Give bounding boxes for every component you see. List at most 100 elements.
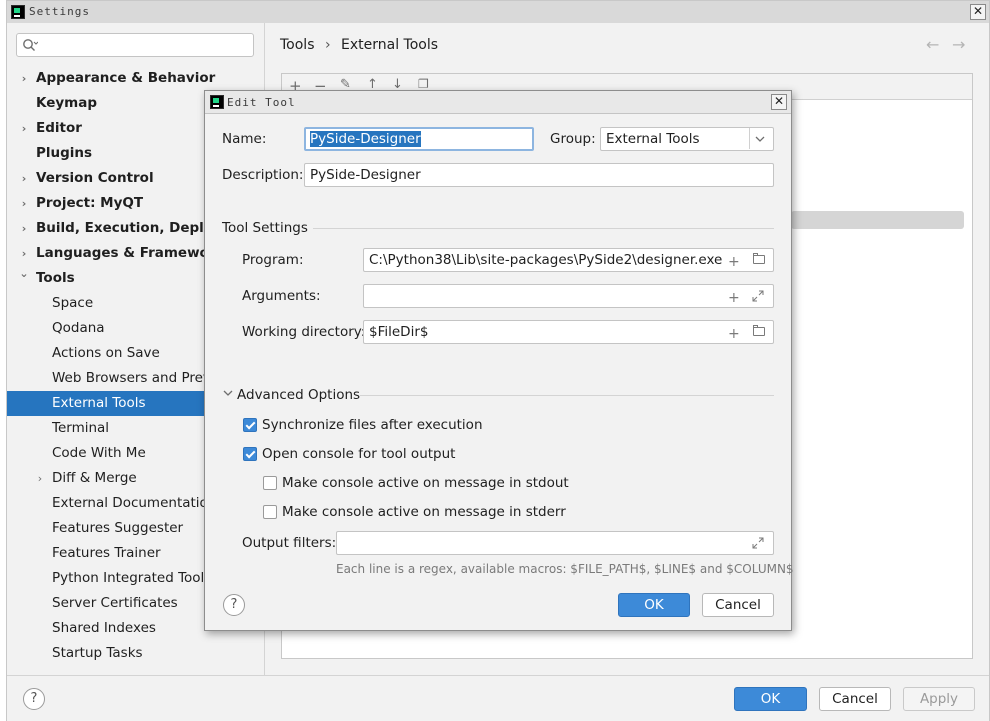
sidebar-item[interactable]: › Appearance & Behavior [7, 66, 264, 91]
group-value: External Tools [606, 131, 700, 147]
dialog-close-icon[interactable]: ✕ [771, 94, 787, 110]
sidebar-item-label: Plugins [36, 145, 93, 161]
sync-files-checkbox[interactable] [243, 418, 257, 432]
forward-arrow-icon[interactable]: → [952, 35, 965, 54]
sidebar-item-label: External Tools [52, 395, 146, 411]
name-label: Name: [222, 131, 267, 147]
settings-apply-button[interactable]: Apply [903, 687, 975, 711]
group-select[interactable]: External Tools [600, 127, 774, 151]
dialog-title: Edit Tool [227, 96, 296, 109]
sidebar-item-label: Project: MyQT [36, 195, 144, 211]
output-filters-input[interactable] [336, 531, 774, 555]
sidebar-item-label: Features Trainer [52, 545, 161, 561]
back-arrow-icon[interactable]: ← [926, 35, 939, 54]
chevron-right-icon[interactable]: › [35, 466, 45, 491]
working-dir-input[interactable]: $FileDir$ + [363, 320, 774, 344]
advanced-options-header[interactable]: Advanced Options [237, 387, 360, 403]
dialog-help-button[interactable]: ? [223, 594, 245, 616]
description-input[interactable]: PySide-Designer [304, 163, 774, 187]
sidebar-item-label: Features Suggester [52, 520, 184, 536]
sidebar-item-label: External Documentation [52, 495, 217, 511]
pycharm-logo-icon [210, 95, 224, 109]
breadcrumb: Tools › External Tools [280, 37, 438, 53]
settings-ok-button[interactable]: OK [734, 687, 807, 711]
insert-macro-icon[interactable]: + [728, 251, 740, 271]
sidebar-item-label: Version Control [36, 170, 154, 186]
sidebar-item-label: Space [52, 295, 94, 311]
dialog-titlebar[interactable]: Edit Tool ✕ [205, 91, 791, 114]
sidebar-item-label: Qodana [52, 320, 105, 336]
chevron-right-icon[interactable]: › [19, 66, 29, 91]
search-icon [23, 39, 38, 51]
expand-icon[interactable] [752, 290, 764, 302]
chevron-right-icon[interactable]: › [19, 241, 29, 266]
settings-cancel-button[interactable]: Cancel [819, 687, 891, 711]
arguments-label: Arguments: [242, 288, 321, 304]
settings-button-bar: ? OK Cancel Apply [7, 675, 989, 721]
edit-tool-dialog: Edit Tool ✕ Name: PySide-Designer Group:… [204, 90, 794, 631]
sidebar-item-label: Python Integrated Tools [52, 570, 212, 586]
console-stdout-checkbox[interactable] [263, 476, 277, 490]
working-dir-value: $FileDir$ [369, 324, 429, 340]
dialog-ok-button[interactable]: OK [618, 593, 690, 617]
sidebar-item-label: Server Certificates [52, 595, 178, 611]
browse-folder-icon[interactable] [753, 253, 765, 264]
console-stderr-checkbox[interactable] [263, 505, 277, 519]
sidebar-item[interactable]: Startup Tasks [7, 641, 264, 666]
tool-settings-header: Tool Settings [222, 220, 308, 236]
insert-macro-icon[interactable]: + [728, 287, 740, 307]
settings-help-button[interactable]: ? [23, 688, 45, 710]
name-value: PySide-Designer [310, 131, 421, 147]
sidebar-item-label: Editor [36, 120, 82, 136]
breadcrumb-separator: › [324, 37, 331, 53]
selected-tool-row[interactable] [791, 211, 964, 229]
console-stderr-label[interactable]: Make console active on message in stderr [282, 504, 566, 520]
program-value: C:\Python38\Lib\site-packages\PySide2\de… [369, 252, 723, 268]
sidebar-item-label: Diff & Merge [52, 470, 137, 486]
tool-settings-separator [313, 228, 774, 229]
advanced-chevron-down-icon[interactable] [223, 390, 233, 397]
copy-icon[interactable]: ❐ [418, 77, 429, 91]
chevron-right-icon[interactable]: › [19, 191, 29, 216]
dialog-cancel-button[interactable]: Cancel [702, 593, 774, 617]
settings-titlebar: Settings ✕ [7, 1, 989, 24]
output-filters-label: Output filters: [242, 535, 337, 551]
breadcrumb-parent[interactable]: Tools [280, 37, 315, 53]
sidebar-item-label: Keymap [36, 95, 98, 111]
sidebar-item-label: Tools [36, 270, 75, 286]
advanced-separator [360, 395, 774, 396]
arguments-input[interactable]: + [363, 284, 774, 308]
description-value: PySide-Designer [310, 167, 421, 183]
sidebar-item-label: Startup Tasks [52, 645, 143, 661]
group-label: Group: [550, 131, 596, 147]
chevron-down-icon [755, 136, 765, 142]
description-label: Description: [222, 167, 304, 183]
open-console-checkbox[interactable] [243, 447, 257, 461]
pycharm-logo-icon [11, 5, 25, 19]
insert-macro-icon[interactable]: + [728, 323, 740, 343]
expand-icon[interactable] [752, 537, 764, 549]
working-dir-label: Working directory: [242, 324, 366, 340]
breadcrumb-current: External Tools [341, 37, 439, 53]
chevron-right-icon[interactable]: › [19, 116, 29, 141]
chevron-right-icon[interactable]: › [19, 216, 29, 241]
chevron-down-icon[interactable]: ⌄ [19, 266, 29, 291]
name-input[interactable]: PySide-Designer [304, 127, 534, 151]
open-console-label[interactable]: Open console for tool output [262, 446, 455, 462]
sidebar-item-label: Shared Indexes [52, 620, 156, 636]
program-label: Program: [242, 252, 304, 268]
settings-search-input[interactable] [16, 33, 254, 57]
group-select-divider [749, 128, 750, 149]
settings-title: Settings [29, 5, 90, 18]
chevron-right-icon[interactable]: › [19, 166, 29, 191]
sidebar-item-label: Appearance & Behavior [36, 70, 216, 86]
sidebar-item-label: Terminal [52, 420, 110, 436]
settings-close-icon[interactable]: ✕ [970, 4, 986, 20]
sidebar-item-label: Code With Me [52, 445, 146, 461]
output-filters-hint: Each line is a regex, available macros: … [336, 562, 794, 576]
browse-folder-icon[interactable] [753, 325, 765, 336]
sidebar-item-label: Actions on Save [52, 345, 160, 361]
sync-files-label[interactable]: Synchronize files after execution [262, 417, 483, 433]
program-input[interactable]: C:\Python38\Lib\site-packages\PySide2\de… [363, 248, 774, 272]
console-stdout-label[interactable]: Make console active on message in stdout [282, 475, 569, 491]
